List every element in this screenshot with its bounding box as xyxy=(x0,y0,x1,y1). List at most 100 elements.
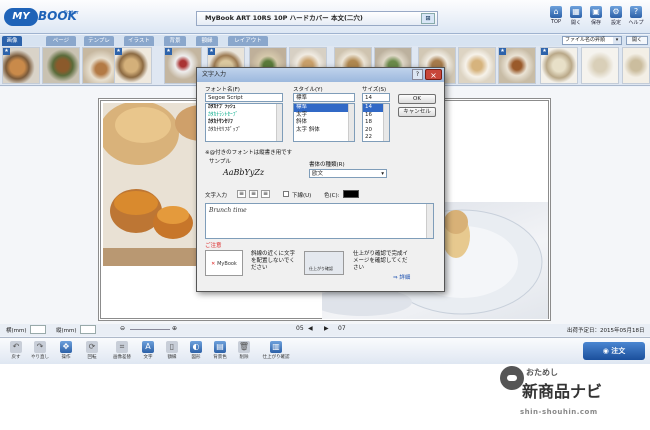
font-list-item[interactable]: ｶﾀｶﾅｻﾝｾﾘﾌ xyxy=(206,119,282,127)
dialog-title: 文字入力 xyxy=(202,71,227,78)
photo-thumbnail[interactable]: ★ xyxy=(2,47,40,84)
cancel-button[interactable]: キャンセル xyxy=(398,107,436,117)
align-left-icon[interactable]: ≡ xyxy=(237,190,246,198)
next-page-icon[interactable]: ▶ xyxy=(324,325,329,334)
sort-select[interactable]: ファイル名の昇順 ▾ xyxy=(562,36,622,45)
dialog-title-bar[interactable]: 文字入力 xyxy=(197,68,444,82)
photo-thumbnail[interactable]: ★ xyxy=(498,47,536,84)
tool-replace[interactable]: ⌗ 画像差替 xyxy=(112,340,132,364)
style-list-item[interactable]: 太字 斜体 xyxy=(294,127,354,135)
shape-icon: ◐ xyxy=(190,341,202,353)
style-list-item[interactable]: 標準 xyxy=(294,104,354,112)
caution-illustration: ✕ MyBook xyxy=(205,250,243,276)
tool-delete[interactable]: 🗑 削除 xyxy=(234,340,254,364)
style-list[interactable]: 標準 太字 斜体 太字 斜体 xyxy=(293,103,355,142)
title-bar: MY BOOK Editor MyBook ART 10RS 10P ハードカバ… xyxy=(0,0,650,34)
text-input-value: Brunch time xyxy=(209,207,247,214)
photo-thumbnail[interactable] xyxy=(458,47,496,84)
brand-url: shin-shouhin.com xyxy=(520,408,598,416)
undo-icon: ↶ xyxy=(10,341,22,353)
photo-thumbnail[interactable]: ★ xyxy=(114,47,152,84)
tab-images[interactable]: 画像 xyxy=(2,36,22,46)
font-name-input[interactable]: Segoe Script xyxy=(205,93,283,102)
size-input[interactable]: 14 xyxy=(362,93,390,102)
top-button-save[interactable]: ▣ 保存 xyxy=(586,4,606,32)
zoom-out-icon[interactable]: ⊖ xyxy=(120,325,125,334)
font-list-scrollbar[interactable] xyxy=(276,104,282,141)
photo-thumbnail[interactable]: ★ xyxy=(540,47,578,84)
top-button-label: ヘルプ xyxy=(628,20,644,26)
tool-rotate[interactable]: ⟳ 回転 xyxy=(82,340,102,364)
photo-thumbnail[interactable] xyxy=(622,47,650,84)
style-input[interactable]: 標準 xyxy=(293,93,355,102)
tool-shape[interactable]: ◐ 図形 xyxy=(186,340,206,364)
tool-label: 戻す xyxy=(11,355,21,360)
height-field[interactable] xyxy=(80,325,96,334)
size-list[interactable]: 14 16 18 20 22 xyxy=(362,103,390,142)
tool-label: 削除 xyxy=(239,355,249,360)
zoom-in-icon[interactable]: ⊕ xyxy=(172,325,177,334)
help-icon[interactable]: ? xyxy=(412,69,423,80)
underline-checkbox[interactable] xyxy=(283,191,289,197)
document-title[interactable]: MyBook ART 10RS 10P ハードカバー 本文(二穴) ⊞ xyxy=(196,11,438,26)
align-center-icon[interactable]: ≡ xyxy=(249,190,258,198)
home-icon: ⌂ xyxy=(550,6,562,18)
style-list-item[interactable]: 斜体 xyxy=(294,119,354,127)
height-label: 縦(mm) xyxy=(56,328,77,334)
text-input-area[interactable]: Brunch time xyxy=(205,203,434,239)
script-type-select[interactable]: 欧文 ▾ xyxy=(309,169,387,178)
prev-page-icon[interactable]: ◀ xyxy=(308,325,313,334)
details-link[interactable]: ⇒ 詳細 xyxy=(393,273,410,281)
tab-templates[interactable]: テンプレ xyxy=(84,36,114,46)
size-list-scrollbar[interactable] xyxy=(383,104,389,141)
order-button[interactable]: ◉ 注文 xyxy=(583,342,645,360)
photo-thumbnail[interactable] xyxy=(42,47,80,84)
top-button-help[interactable]: ? ヘルプ xyxy=(626,4,646,32)
font-list-item[interactable]: ｶﾀｶﾅｾﾘﾌﾎﾟｯﾌﾟ xyxy=(206,127,282,135)
sample-label: サンプル xyxy=(209,159,231,165)
style-list-scrollbar[interactable] xyxy=(348,104,354,141)
delete-icon: 🗑 xyxy=(238,341,250,353)
text-area-scrollbar[interactable] xyxy=(426,204,433,238)
font-list[interactable]: ｶﾀｶﾅﾌﾞﾗｯｼｭ ｶﾀｶﾅﾗﾝﾄｾｰﾌﾞ ｶﾀｶﾅｻﾝｾﾘﾌ ｶﾀｶﾅｾﾘﾌ… xyxy=(205,103,283,142)
font-list-item[interactable]: ｶﾀｶﾅﾌﾞﾗｯｼｭ xyxy=(206,104,282,112)
photo-thumbnail[interactable] xyxy=(581,47,619,84)
help-icon: ? xyxy=(630,6,642,18)
font-list-item[interactable]: ｶﾀｶﾅﾗﾝﾄｾｰﾌﾞ xyxy=(206,112,282,120)
product-info-button[interactable]: ⊞ xyxy=(421,13,435,24)
tab-backgrounds[interactable]: 背景 xyxy=(164,36,186,46)
tool-redo[interactable]: ↷ やり直し xyxy=(30,340,50,364)
zoom-slider[interactable] xyxy=(130,329,170,330)
width-field[interactable] xyxy=(30,325,46,334)
top-button-open[interactable]: ▦ 開く xyxy=(566,4,586,32)
top-button-settings[interactable]: ⚙ 設定 xyxy=(606,4,626,32)
tool-preview[interactable]: ▥ 仕上がり確認 xyxy=(262,340,290,364)
brand-small: おためし xyxy=(526,368,558,377)
star-icon: ★ xyxy=(165,48,172,55)
tool-text[interactable]: A 文字 xyxy=(138,340,158,364)
tool-bgcolor[interactable]: ▤ 背景色 xyxy=(210,340,230,364)
tool-label: 背景色 xyxy=(213,355,227,360)
tab-frames[interactable]: 額縁 xyxy=(196,36,218,46)
tab-layout[interactable]: レイアウト xyxy=(228,36,268,46)
tool-undo[interactable]: ↶ 戻す xyxy=(6,340,26,364)
top-button-label: TOP xyxy=(550,19,561,25)
tab-illustrations[interactable]: イラスト xyxy=(124,36,154,46)
sort-select-value: ファイル名の昇順 xyxy=(565,37,606,43)
close-button[interactable]: × xyxy=(425,69,442,80)
tab-pages[interactable]: ページ xyxy=(46,36,76,46)
bottom-toolbar: ↶ 戻す ↷ やり直し ✥ 操作 ⟳ 回転 ⌗ 画像差替 A 文字 ▯ 額縁 ◐ xyxy=(0,337,650,364)
app-window: MY BOOK Editor MyBook ART 10RS 10P ハードカバ… xyxy=(0,0,650,364)
tool-frame[interactable]: ▯ 額縁 xyxy=(162,340,182,364)
star-icon: ★ xyxy=(499,48,506,55)
style-list-item[interactable]: 太字 xyxy=(294,112,354,120)
open-icon: ▦ xyxy=(570,6,582,18)
tool-operate[interactable]: ✥ 操作 xyxy=(56,340,76,364)
color-swatch[interactable] xyxy=(343,190,359,198)
underline-label: 下線(U) xyxy=(292,193,312,199)
ok-button[interactable]: OK xyxy=(398,94,436,104)
strip-open-button[interactable]: 開く xyxy=(626,36,648,45)
align-right-icon[interactable]: ≡ xyxy=(261,190,270,198)
top-button-top[interactable]: ⌂ TOP xyxy=(546,4,566,32)
page-to: 07 xyxy=(338,325,346,332)
